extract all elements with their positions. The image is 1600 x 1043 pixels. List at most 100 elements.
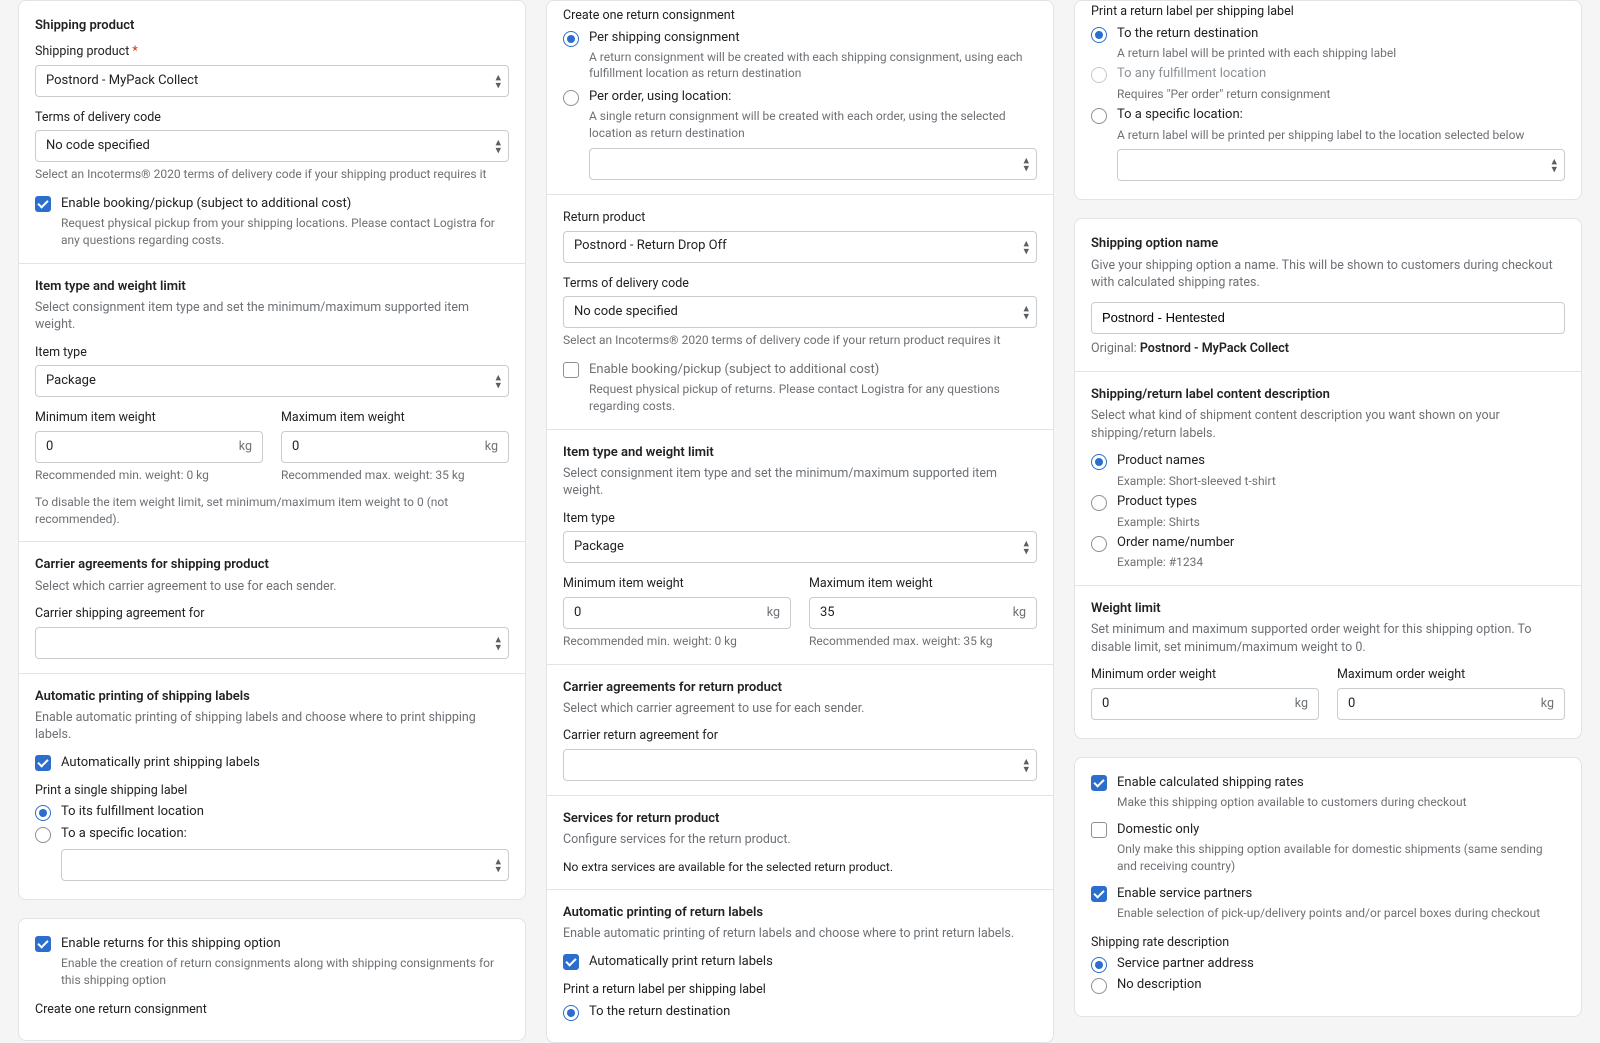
weight-limit-title: Weight limit (1091, 600, 1565, 618)
enable-returns-desc: Enable the creation of return consignmen… (61, 955, 509, 989)
return-config-card: Create one return consignment Per shippi… (546, 0, 1054, 1043)
rate-sp-address-label: Service partner address (1117, 955, 1254, 973)
return-booking-label: Enable booking/pickup (subject to additi… (589, 361, 1037, 379)
domestic-label: Domestic only (1117, 821, 1565, 839)
return-min-weight-label: Minimum item weight (563, 575, 791, 593)
max-weight-label: Maximum item weight (281, 409, 509, 427)
return-item-type-select[interactable]: Package (563, 531, 1037, 563)
max-order-weight-input[interactable]: 0 kg (1337, 688, 1565, 720)
content-desc-title: Shipping/return label content descriptio… (1091, 386, 1565, 404)
return-max-help: Recommended max. weight: 35 kg (809, 633, 1037, 650)
item-type-desc: Select consignment item type and set the… (35, 299, 509, 334)
per-consignment-label: Per shipping consignment (589, 29, 1037, 47)
calc-rates-desc: Make this shipping option available to c… (1117, 794, 1467, 811)
min-weight-help: Recommended min. weight: 0 kg (35, 467, 263, 484)
return-autoprint-desc: Enable automatic printing of return labe… (563, 925, 1037, 943)
auto-print-check-label: Automatically print shipping labels (61, 754, 260, 772)
min-order-weight-label: Minimum order weight (1091, 666, 1319, 684)
print-any-label: To any fulfillment location (1117, 65, 1330, 83)
enable-returns-checkbox[interactable] (35, 936, 51, 952)
min-order-weight-input[interactable]: 0 kg (1091, 688, 1319, 720)
return-item-type-title: Item type and weight limit (563, 444, 1037, 462)
shipping-product-select[interactable]: Postnord - MyPack Collect (35, 65, 509, 97)
unit-kg: kg (1541, 695, 1554, 713)
content-product-types-radio[interactable] (1091, 495, 1107, 511)
print-dest-radio[interactable] (1091, 27, 1107, 43)
return-dest-radio[interactable] (563, 1005, 579, 1021)
carrier-label: Carrier shipping agreement for (35, 605, 509, 623)
option-name-input[interactable] (1091, 302, 1565, 334)
print-location-select[interactable] (61, 849, 509, 881)
content-product-names-label: Product names (1117, 452, 1276, 470)
unit-kg: kg (1295, 695, 1308, 713)
print-specific-loc-radio[interactable] (1091, 108, 1107, 124)
unit-kg: kg (239, 438, 252, 456)
min-weight-label: Minimum item weight (35, 409, 263, 427)
per-order-location-select[interactable] (589, 148, 1037, 180)
options-card: Enable calculated shipping rates Make th… (1074, 757, 1582, 1017)
auto-print-checkbox[interactable] (35, 755, 51, 771)
return-item-type-label: Item type (563, 510, 1037, 528)
return-services-desc: Configure services for the return produc… (563, 831, 1037, 849)
print-fulfillment-label: To its fulfillment location (61, 803, 204, 821)
return-terms-label: Terms of delivery code (563, 275, 1037, 293)
terms-label: Terms of delivery code (35, 109, 509, 127)
per-order-label: Per order, using location: (589, 88, 1037, 106)
return-min-help: Recommended min. weight: 0 kg (563, 633, 791, 650)
print-fulfillment-radio[interactable] (35, 805, 51, 821)
carrier-title: Carrier agreements for shipping product (35, 556, 509, 574)
terms-help: Select an Incoterms® 2020 terms of deliv… (35, 166, 509, 183)
service-partners-desc: Enable selection of pick-up/delivery poi… (1117, 905, 1540, 922)
print-specific-loc-label: To a specific location: (1117, 106, 1524, 124)
content-product-names-ex: Example: Short-sleeved t-shirt (1117, 473, 1276, 490)
per-order-desc: A single return consignment will be crea… (589, 108, 1037, 142)
return-min-value: 0 (574, 604, 767, 622)
return-autoprint-checkbox[interactable] (563, 954, 579, 970)
content-order-label: Order name/number (1117, 534, 1234, 552)
enable-returns-label: Enable returns for this shipping option (61, 935, 509, 953)
per-order-radio[interactable] (563, 90, 579, 106)
terms-select[interactable]: No code specified (35, 130, 509, 162)
service-partners-checkbox[interactable] (1091, 886, 1107, 902)
rate-no-desc-label: No description (1117, 976, 1202, 994)
print-any-radio[interactable] (1091, 67, 1107, 83)
auto-print-desc: Enable automatic printing of shipping la… (35, 709, 509, 744)
calc-rates-label: Enable calculated shipping rates (1117, 774, 1467, 792)
return-min-weight-input[interactable]: 0 kg (563, 597, 791, 629)
return-autoprint-label: Automatically print return labels (589, 953, 773, 971)
service-partners-label: Enable service partners (1117, 885, 1540, 903)
create-return-label-cut: Create one return consignment (35, 1001, 509, 1019)
enable-booking-checkbox[interactable] (35, 196, 51, 212)
return-per-label-title: Print a return label per shipping label (563, 981, 1037, 999)
return-autoprint-title: Automatic printing of return labels (563, 904, 1037, 922)
domestic-checkbox[interactable] (1091, 822, 1107, 838)
return-carrier-select[interactable] (563, 749, 1037, 781)
min-weight-input[interactable]: 0 kg (35, 431, 263, 463)
shipping-product-title: Shipping product (35, 17, 509, 35)
max-weight-input[interactable]: 0 kg (281, 431, 509, 463)
auto-print-title: Automatic printing of shipping labels (35, 688, 509, 706)
content-order-radio[interactable] (1091, 536, 1107, 552)
print-specific-label: To a specific location: (61, 825, 187, 843)
return-product-select[interactable]: Postnord - Return Drop Off (563, 231, 1037, 263)
content-product-types-ex: Example: Shirts (1117, 514, 1200, 531)
content-product-names-radio[interactable] (1091, 454, 1107, 470)
print-specific-loc-select[interactable] (1117, 149, 1565, 181)
per-consignment-radio[interactable] (563, 31, 579, 47)
print-dest-label: To the return destination (1117, 25, 1396, 43)
calc-rates-checkbox[interactable] (1091, 775, 1107, 791)
max-weight-help: Recommended max. weight: 35 kg (281, 467, 509, 484)
item-type-select[interactable]: Package (35, 365, 509, 397)
enable-booking-label: Enable booking/pickup (subject to additi… (61, 195, 509, 213)
return-terms-select[interactable]: No code specified (563, 296, 1037, 328)
print-any-desc: Requires "Per order" return consignment (1117, 86, 1330, 103)
shipping-product-card: Shipping product Shipping product Postno… (18, 0, 526, 900)
rate-no-desc-radio[interactable] (1091, 978, 1107, 994)
carrier-select[interactable] (35, 627, 509, 659)
return-max-weight-input[interactable]: 35 kg (809, 597, 1037, 629)
print-specific-radio[interactable] (35, 827, 51, 843)
return-booking-checkbox[interactable] (563, 362, 579, 378)
return-carrier-title: Carrier agreements for return product (563, 679, 1037, 697)
option-name-original: Original: Postnord - MyPack Collect (1091, 340, 1565, 358)
rate-sp-address-radio[interactable] (1091, 957, 1107, 973)
